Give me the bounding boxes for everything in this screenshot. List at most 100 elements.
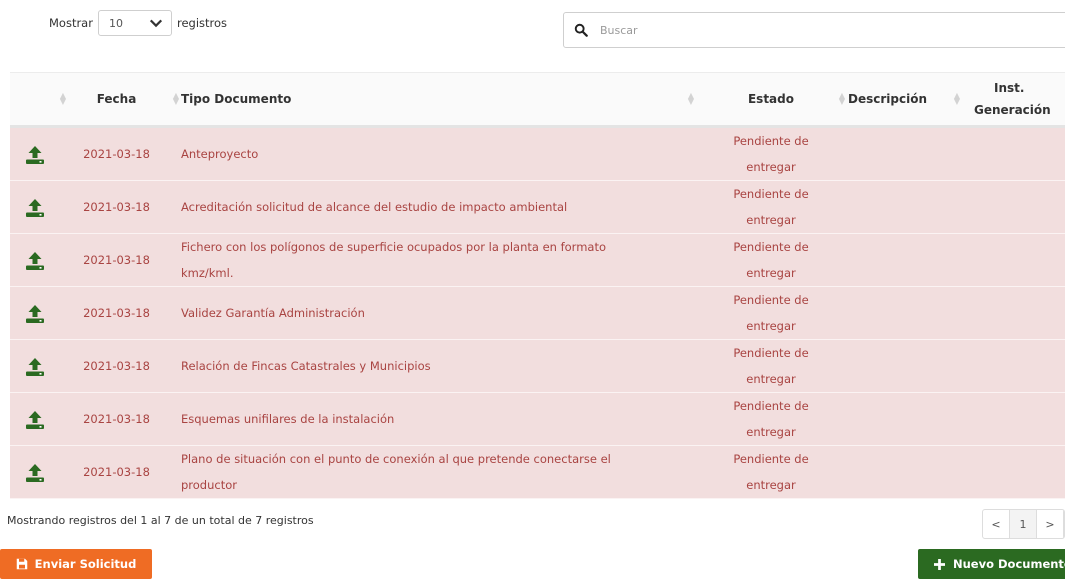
plus-icon bbox=[934, 558, 945, 570]
row-tipo-text: Esquemas unifilares de la instalación bbox=[181, 412, 395, 426]
row-estado-line1: Pendiente de bbox=[733, 399, 809, 413]
row-estado-line1: Pendiente de bbox=[733, 346, 809, 360]
row-estado-line1: Pendiente de bbox=[733, 452, 809, 466]
upload-icon[interactable] bbox=[24, 410, 46, 430]
row-descripcion bbox=[840, 340, 960, 393]
pagination-next[interactable]: > bbox=[1037, 510, 1064, 538]
upload-icon[interactable] bbox=[24, 145, 46, 165]
row-estado: Pendiente de entregar bbox=[702, 181, 840, 234]
row-estado-line2: entregar bbox=[746, 213, 796, 227]
row-descripcion bbox=[840, 287, 960, 340]
pagination: < 1 > bbox=[982, 509, 1065, 539]
row-estado-line1: Pendiente de bbox=[733, 293, 809, 307]
header-estado-label: Estado bbox=[747, 92, 794, 106]
row-fecha: 2021-03-18 bbox=[83, 465, 150, 479]
row-fecha: 2021-03-18 bbox=[83, 200, 150, 214]
length-menu: Mostrar 10 registros bbox=[49, 10, 227, 36]
row-estado: Pendiente de entregar bbox=[702, 393, 840, 446]
documents-table: ▲ ▼ Fecha ▲ ▼ Tipo Documento ▲ ▼ Estado ▲ ▼ Des… bbox=[10, 72, 1065, 499]
page-length-select[interactable]: 10 bbox=[97, 10, 172, 36]
row-fecha: 2021-03-18 bbox=[83, 359, 150, 373]
row-tipo-line1: Plano de situación con el punto de conex… bbox=[181, 452, 611, 466]
table-row: 2021-03-18 Acreditación solicitud de alca… bbox=[10, 180, 1065, 234]
header-inst-label-1: Inst. bbox=[994, 81, 1025, 95]
row-estado: Pendiente de entregar bbox=[702, 127, 840, 181]
header-tipo[interactable]: Tipo Documento ▲ ▼ bbox=[173, 73, 702, 127]
row-tipo: Plano de situación con el punto de conex… bbox=[173, 446, 702, 499]
new-document-label: Nuevo Documento bbox=[953, 557, 1065, 571]
page-length-value: 10 bbox=[108, 16, 123, 30]
row-tipo-line2: kmz/kml. bbox=[181, 266, 234, 280]
search-icon bbox=[574, 23, 588, 37]
upload-icon[interactable] bbox=[24, 304, 46, 324]
header-descripcion[interactable]: Descripción ▲ ▼ bbox=[840, 73, 960, 127]
row-action-cell bbox=[10, 127, 60, 181]
row-action-cell bbox=[10, 287, 60, 340]
table-toolbar: Mostrar 10 registros bbox=[0, 0, 1065, 60]
row-tipo: Esquemas unifilares de la instalación bbox=[173, 393, 702, 446]
header-actions: ▲ ▼ bbox=[10, 73, 66, 127]
row-inst-generacion bbox=[960, 234, 1065, 287]
upload-icon[interactable] bbox=[24, 198, 46, 218]
row-estado-line2: entregar bbox=[746, 319, 796, 333]
table-row: 2021-03-18 Validez Garantía Administració… bbox=[10, 286, 1065, 340]
row-inst-generacion bbox=[960, 287, 1065, 340]
upload-icon[interactable] bbox=[24, 357, 46, 377]
row-action-cell bbox=[10, 340, 60, 393]
row-tipo-text: Relación de Fincas Catastrales y Municip… bbox=[181, 359, 431, 373]
upload-icon[interactable] bbox=[24, 251, 46, 271]
table-row: 2021-03-18 Relación de Fincas Catastrales… bbox=[10, 339, 1065, 393]
pagination-page-1[interactable]: 1 bbox=[1010, 510, 1037, 538]
table-row: 2021-03-18 Fichero con los polígonos de s… bbox=[10, 233, 1065, 287]
row-tipo: Anteproyecto bbox=[173, 127, 702, 181]
row-fecha: 2021-03-18 bbox=[83, 253, 150, 267]
send-request-button[interactable]: Enviar Solicitud bbox=[0, 549, 152, 579]
row-tipo: Validez Garantía Administración bbox=[173, 287, 702, 340]
row-tipo: Relación de Fincas Catastrales y Municip… bbox=[173, 340, 702, 393]
row-estado: Pendiente de entregar bbox=[702, 287, 840, 340]
row-inst-generacion bbox=[960, 446, 1065, 499]
row-estado-line2: entregar bbox=[746, 266, 796, 280]
row-action-cell bbox=[10, 446, 60, 499]
row-fecha: 2021-03-18 bbox=[83, 306, 150, 320]
header-inst-generacion[interactable]: Inst. Generación bbox=[960, 73, 1065, 127]
row-tipo-text: Acreditación solicitud de alcance del es… bbox=[181, 200, 568, 214]
table-row: 2021-03-18 Esquemas unifilares de la inst… bbox=[10, 392, 1065, 446]
upload-icon[interactable] bbox=[24, 463, 46, 483]
row-estado-line2: entregar bbox=[746, 425, 796, 439]
search-box[interactable] bbox=[563, 12, 1065, 48]
row-estado: Pendiente de entregar bbox=[702, 340, 840, 393]
header-descripcion-label: Descripción bbox=[848, 92, 927, 106]
row-estado-line2: entregar bbox=[746, 372, 796, 386]
length-suffix-label: registros bbox=[176, 16, 228, 30]
header-tipo-label: Tipo Documento bbox=[181, 92, 292, 106]
row-descripcion bbox=[840, 127, 960, 181]
row-estado-line1: Pendiente de bbox=[733, 240, 809, 254]
table-info: Mostrando registros del 1 al 7 de un tot… bbox=[7, 514, 314, 527]
row-estado-line1: Pendiente de bbox=[733, 187, 809, 201]
row-inst-generacion bbox=[960, 181, 1065, 234]
chevron-down-icon bbox=[149, 19, 163, 28]
row-inst-generacion bbox=[960, 127, 1065, 181]
row-fecha: 2021-03-18 bbox=[83, 147, 150, 161]
search-input[interactable] bbox=[598, 22, 902, 38]
pagination-prev[interactable]: < bbox=[983, 510, 1010, 538]
row-estado-line1: Pendiente de bbox=[733, 134, 809, 148]
new-document-button[interactable]: Nuevo Documento bbox=[918, 549, 1065, 579]
row-tipo: Acreditación solicitud de alcance del es… bbox=[173, 181, 702, 234]
row-estado: Pendiente de entregar bbox=[702, 446, 840, 499]
row-inst-generacion bbox=[960, 340, 1065, 393]
row-estado-line2: entregar bbox=[746, 478, 796, 492]
row-tipo: Fichero con los polígonos de superficie … bbox=[173, 234, 702, 287]
row-estado: Pendiente de entregar bbox=[702, 234, 840, 287]
row-tipo-line1: Fichero con los polígonos de superficie … bbox=[181, 240, 607, 254]
header-estado[interactable]: Estado ▲ ▼ bbox=[702, 73, 845, 127]
row-inst-generacion bbox=[960, 393, 1065, 446]
row-descripcion bbox=[840, 234, 960, 287]
sort-icon: ▲ ▼ bbox=[687, 91, 694, 106]
send-request-label: Enviar Solicitud bbox=[34, 557, 137, 571]
header-fecha[interactable]: Fecha ▲ ▼ bbox=[60, 73, 179, 127]
row-action-cell bbox=[10, 393, 60, 446]
row-tipo-text: Validez Garantía Administración bbox=[181, 306, 365, 320]
table-row: 2021-03-18 Plano de situación con el punt… bbox=[10, 445, 1065, 499]
